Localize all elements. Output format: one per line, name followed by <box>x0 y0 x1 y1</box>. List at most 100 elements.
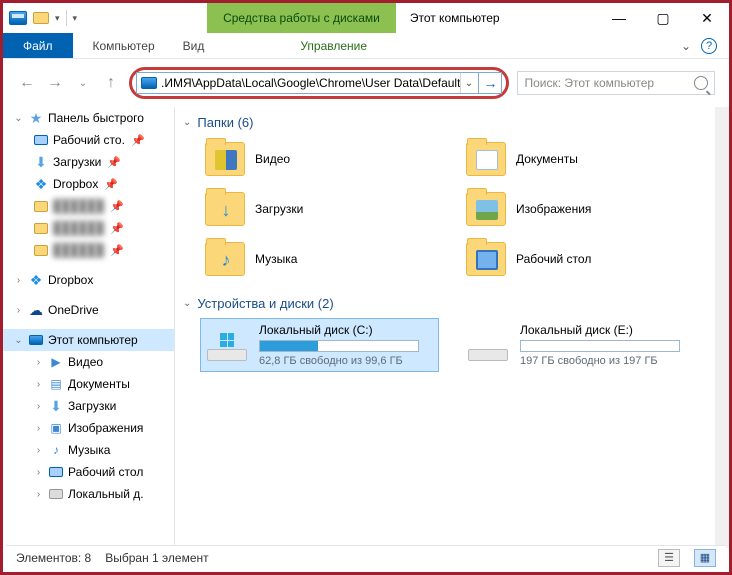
tree-quick-access-item[interactable]: ❖Dropbox📌 <box>3 173 174 195</box>
music-icon: ♪ <box>48 443 64 457</box>
ribbon-file-tab[interactable]: Файл <box>3 33 73 58</box>
ribbon-tab-manage[interactable]: Управление <box>286 33 381 58</box>
tree-quick-access-item[interactable]: ██████📌 <box>3 239 174 261</box>
contextual-tab-label: Средства работы с дисками <box>223 11 380 25</box>
tree-onedrive[interactable]: › ☁ OneDrive <box>3 299 174 321</box>
ribbon-expand-icon[interactable]: ⌄ <box>681 39 691 53</box>
tree-quick-access-item[interactable]: Рабочий сто.📌 <box>3 129 174 151</box>
chevron-right-icon[interactable]: › <box>33 423 44 434</box>
tree-pc-item[interactable]: ›▣Изображения <box>3 417 174 439</box>
windows-logo-icon <box>220 333 234 347</box>
group-label: Папки (6) <box>197 115 253 130</box>
drive-tile[interactable]: Локальный диск (E:) 197 ГБ свободно из 1… <box>462 319 699 371</box>
help-icon[interactable]: ? <box>701 38 717 54</box>
chevron-right-icon[interactable]: › <box>13 305 24 316</box>
document-icon: ▤ <box>48 377 64 391</box>
folder-tile[interactable]: Рабочий стол <box>462 238 699 280</box>
chevron-right-icon[interactable]: › <box>33 445 44 456</box>
nav-back-button[interactable]: ← <box>17 71 37 95</box>
tree-pc-item[interactable]: ›▤Документы <box>3 373 174 395</box>
address-bar[interactable]: .ИМЯ\AppData\Local\Google\Chrome\User Da… <box>136 72 479 94</box>
folder-tile[interactable]: Видео <box>201 138 438 180</box>
tree-dropbox[interactable]: › ❖ Dropbox <box>3 269 174 291</box>
chevron-right-icon[interactable]: › <box>33 401 44 412</box>
tree-label: OneDrive <box>48 303 99 317</box>
folder-tile[interactable]: ♪ Музыка <box>201 238 438 280</box>
system-icon[interactable] <box>9 11 27 25</box>
tree-quick-access[interactable]: ⌄ ★ Панель быстрого <box>3 107 174 129</box>
nav-tree: ⌄ ★ Панель быстрого Рабочий сто.📌⬇Загруз… <box>3 107 175 548</box>
content-pane: ⌄ Папки (6) Видео Документы ↓ Загрузки И… <box>175 107 729 548</box>
chevron-down-icon[interactable]: ⌄ <box>183 117 191 128</box>
nav-forward-button[interactable]: → <box>45 71 65 95</box>
address-go-button[interactable]: → <box>478 72 502 94</box>
drive-free-text: 62,8 ГБ свободно из 99,6 ГБ <box>259 355 434 367</box>
disk-icon <box>49 489 63 499</box>
nav-row: ← → ⌄ ↑ .ИМЯ\AppData\Local\Google\Chrome… <box>3 59 729 107</box>
tree-pc-item[interactable]: ›⬇Загрузки <box>3 395 174 417</box>
maximize-button[interactable]: ▢ <box>641 3 685 33</box>
drive-usage-bar <box>259 340 419 352</box>
chevron-right-icon[interactable]: › <box>33 379 44 390</box>
ribbon-right: ⌄ ? <box>681 38 729 54</box>
chevron-right-icon[interactable]: › <box>33 357 44 368</box>
desktop-icon <box>34 135 48 145</box>
tree-label: Видео <box>68 355 103 369</box>
pin-icon: 📌 <box>110 200 124 213</box>
onedrive-icon: ☁ <box>28 303 44 317</box>
folder-label: Изображения <box>516 202 591 216</box>
tree-pc-item[interactable]: › Рабочий стол <box>3 461 174 483</box>
folder-icon <box>205 142 245 176</box>
folder-label: Загрузки <box>255 202 303 216</box>
nav-history-button[interactable]: ⌄ <box>73 71 93 95</box>
group-drives[interactable]: ⌄ Устройства и диски (2) <box>183 296 699 311</box>
tree-quick-access-item[interactable]: ██████📌 <box>3 217 174 239</box>
folder-icon <box>34 201 48 212</box>
nav-up-button[interactable]: ↑ <box>101 71 121 95</box>
chevron-down-icon[interactable]: ⌄ <box>13 113 24 124</box>
search-box[interactable]: Поиск: Этот компьютер <box>517 71 715 95</box>
folder-icon <box>466 192 506 226</box>
ribbon-tab-computer[interactable]: Компьютер <box>79 33 169 58</box>
chevron-right-icon[interactable]: › <box>33 489 44 500</box>
drive-free-text: 197 ГБ свободно из 197 ГБ <box>520 355 695 367</box>
qat-customize-icon[interactable]: ▾ <box>73 13 78 24</box>
tree-pc-item[interactable]: ›▶Видео <box>3 351 174 373</box>
drive-name: Локальный диск (C:) <box>259 323 434 337</box>
folder-tile[interactable]: ↓ Загрузки <box>201 188 438 230</box>
folder-label: Рабочий стол <box>516 252 591 266</box>
dropbox-icon: ❖ <box>33 177 49 191</box>
tree-label: Рабочий стол <box>68 465 143 479</box>
tree-label: Панель быстрого <box>48 111 144 125</box>
chevron-right-icon[interactable]: › <box>13 275 24 286</box>
group-label: Устройства и диски (2) <box>197 296 333 311</box>
window-controls: — ▢ ✕ <box>597 3 729 33</box>
qat-open-folder-icon[interactable] <box>33 12 49 24</box>
folder-icon: ↓ <box>205 192 245 226</box>
drive-tile[interactable]: Локальный диск (C:) 62,8 ГБ свободно из … <box>201 319 438 371</box>
view-details-button[interactable]: ☰ <box>658 549 680 567</box>
address-dropdown-icon[interactable]: ⌄ <box>460 73 476 93</box>
tree-label: Загрузки <box>68 399 116 413</box>
minimize-button[interactable]: — <box>597 3 641 33</box>
group-folders[interactable]: ⌄ Папки (6) <box>183 115 699 130</box>
qat-dropdown-icon[interactable]: ▾ <box>55 13 60 24</box>
view-tiles-button[interactable]: ▦ <box>694 549 716 567</box>
tree-this-pc[interactable]: ⌄ Этот компьютер <box>3 329 174 351</box>
doc-icon <box>476 150 498 170</box>
tree-pc-item[interactable]: ›Локальный д. <box>3 483 174 505</box>
tree-pc-item[interactable]: ›♪Музыка <box>3 439 174 461</box>
folder-tile[interactable]: Изображения <box>462 188 699 230</box>
drive-icon <box>466 329 510 361</box>
chevron-right-icon[interactable]: › <box>33 467 44 478</box>
address-path[interactable]: .ИМЯ\AppData\Local\Google\Chrome\User Da… <box>161 76 460 90</box>
tree-quick-access-item[interactable]: ██████📌 <box>3 195 174 217</box>
tree-quick-access-item[interactable]: ⬇Загрузки📌 <box>3 151 174 173</box>
chevron-down-icon[interactable]: ⌄ <box>13 335 24 346</box>
ribbon-tab-view[interactable]: Вид <box>169 33 219 58</box>
drive-name: Локальный диск (E:) <box>520 323 695 337</box>
chevron-down-icon[interactable]: ⌄ <box>183 298 191 309</box>
close-button[interactable]: ✕ <box>685 3 729 33</box>
folder-label: Музыка <box>255 252 297 266</box>
folder-tile[interactable]: Документы <box>462 138 699 180</box>
